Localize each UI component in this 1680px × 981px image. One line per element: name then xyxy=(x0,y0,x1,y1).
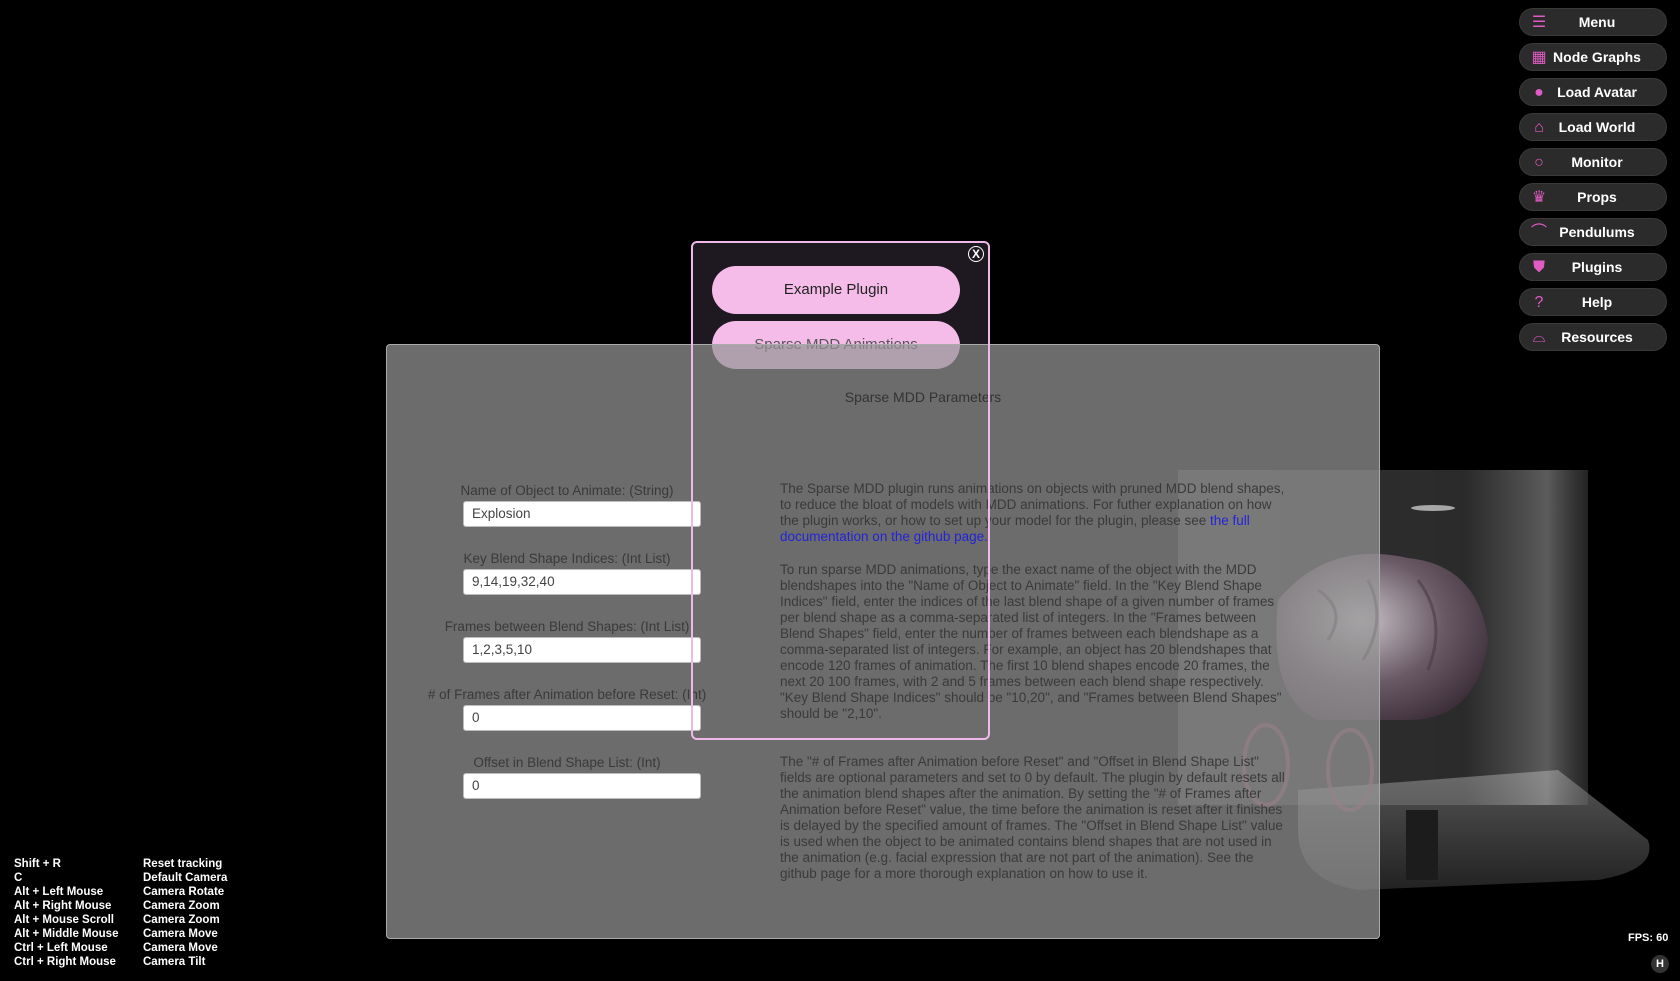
load-avatar-button[interactable]: ● Load Avatar xyxy=(1519,78,1667,106)
shortcut-row: C Default Camera xyxy=(14,872,227,886)
key-blend-shape-indices-input[interactable]: 9,14,19,32,40 xyxy=(463,569,701,595)
resources-button[interactable]: ⌓ Resources xyxy=(1519,323,1667,351)
frames-between-input[interactable]: 1,2,3,5,10 xyxy=(463,637,701,663)
shortcut-key: Ctrl + Left Mouse xyxy=(14,942,108,954)
magnifier-icon: ○ xyxy=(1534,154,1544,171)
shortcut-action: Camera Move xyxy=(143,942,218,954)
monitor-button[interactable]: ○ Monitor xyxy=(1519,148,1667,176)
shortcut-key: Alt + Mouse Scroll xyxy=(14,914,115,926)
props-button[interactable]: ♛ Props xyxy=(1519,183,1667,211)
side-menu: ☰ Menu ▦ Node Graphs ● Load Avatar ⌂ Loa… xyxy=(1519,8,1667,358)
question-icon: ? xyxy=(1534,294,1544,311)
shortcut-action: Reset tracking xyxy=(143,858,223,870)
shield-icon: ⛊ xyxy=(1532,259,1545,276)
shortcut-action: Camera Zoom xyxy=(143,914,220,926)
field-label-offset: Offset in Blend Shape List: (Int) xyxy=(473,755,661,770)
shortcut-action: Camera Move xyxy=(143,928,218,940)
pendulum-icon: ⌒ xyxy=(1530,224,1547,241)
load-world-button[interactable]: ⌂ Load World xyxy=(1519,113,1667,141)
plugins-button[interactable]: ⛊ Plugins xyxy=(1519,253,1667,281)
field-label-frames-before-reset: # of Frames after Animation before Reset… xyxy=(427,687,707,702)
plugin-chooser-dialog: X xyxy=(691,241,990,740)
shortcut-row: Ctrl + Right Mouse Camera Tilt xyxy=(14,956,227,970)
field-label-object-name: Name of Object to Animate: (String) xyxy=(460,483,674,498)
frames-before-reset-input[interactable]: 0 xyxy=(463,705,701,731)
shortcut-row: Alt + Middle Mouse Camera Move xyxy=(14,928,227,942)
node-graphs-button[interactable]: ▦ Node Graphs xyxy=(1519,43,1667,71)
shortcut-key: Alt + Left Mouse xyxy=(14,886,104,898)
shortcut-action: Camera Tilt xyxy=(143,956,206,968)
shortcut-row: Alt + Mouse Scroll Camera Zoom xyxy=(14,914,227,928)
hide-ui-button[interactable]: H xyxy=(1651,955,1669,973)
grid-icon: ▦ xyxy=(1531,49,1547,66)
pendulums-button[interactable]: ⌒ Pendulums xyxy=(1519,218,1667,246)
object-name-input[interactable]: Explosion xyxy=(463,501,701,527)
shortcut-row: Alt + Right Mouse Camera Zoom xyxy=(14,900,227,914)
shortcut-action: Camera Zoom xyxy=(143,900,220,912)
shortcut-action: Default Camera xyxy=(143,872,228,884)
offset-input[interactable]: 0 xyxy=(463,773,701,799)
shortcut-row: Shift + R Reset tracking xyxy=(14,858,227,872)
shortcut-row: Ctrl + Left Mouse Camera Move xyxy=(14,942,227,956)
shortcut-row: Alt + Left Mouse Camera Rotate xyxy=(14,886,227,900)
shortcut-key: Shift + R xyxy=(14,858,61,870)
basket-icon: ⌓ xyxy=(1532,329,1546,346)
shortcut-key: Alt + Middle Mouse xyxy=(14,928,119,940)
shortcut-list: Shift + R Reset tracking C Default Camera … xyxy=(14,858,227,970)
field-label-key-blend-shape-indices: Key Blend Shape Indices: (Int List) xyxy=(463,551,671,566)
description-optional: The "# of Frames after Animation before … xyxy=(780,754,1285,881)
shortcut-action: Camera Rotate xyxy=(143,886,225,898)
person-icon: ● xyxy=(1534,84,1544,101)
shortcut-key: Ctrl + Right Mouse xyxy=(14,956,116,968)
field-label-frames-between: Frames between Blend Shapes: (Int List) xyxy=(444,619,690,634)
crown-icon: ♛ xyxy=(1531,189,1547,206)
help-button[interactable]: ? Help xyxy=(1519,288,1667,316)
fps-counter: FPS: 60 xyxy=(1628,932,1669,944)
shortcut-key: C xyxy=(14,872,23,884)
menu-button[interactable]: ☰ Menu xyxy=(1519,8,1667,36)
hamburger-icon: ☰ xyxy=(1531,14,1547,31)
shortcut-key: Alt + Right Mouse xyxy=(14,900,112,912)
close-dialog-button[interactable]: X xyxy=(968,246,984,262)
house-icon: ⌂ xyxy=(1534,119,1544,136)
